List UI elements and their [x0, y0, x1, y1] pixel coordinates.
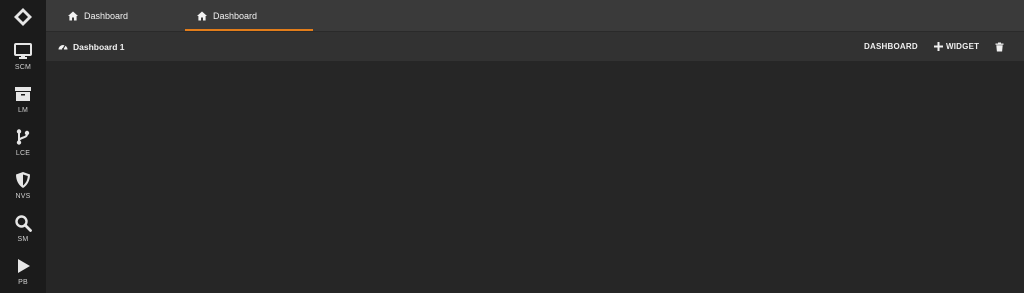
plus-icon: [934, 42, 943, 51]
sidebar-item-label: SCM: [14, 64, 32, 71]
sidebar-item-pb[interactable]: PB: [0, 251, 46, 291]
trash-icon: [995, 42, 1004, 51]
add-widget-label: WIDGET: [946, 42, 980, 51]
sidebar-item-label: SM: [17, 236, 29, 243]
dashboard-gauge-icon: [58, 44, 68, 50]
sidebar-item-scm[interactable]: SCM: [0, 36, 46, 76]
dashboard-canvas: [46, 61, 1024, 293]
archive-icon: [15, 87, 31, 101]
dashboard-title-text: Dashboard 1: [73, 41, 125, 52]
branch-icon: [16, 129, 30, 145]
tab-label: Dashboard: [213, 10, 258, 21]
sidebar-item-label: LCE: [15, 150, 31, 157]
sidebar-item-label: LM: [17, 107, 29, 114]
sidebar-item-lce[interactable]: LCE: [0, 122, 46, 162]
app-logo[interactable]: [0, 0, 46, 34]
search-icon: [15, 215, 32, 232]
sidebar: SCM LM LCE NVS SM PB: [0, 0, 46, 293]
sidebar-item-nvs[interactable]: NVS: [0, 165, 46, 205]
monitor-icon: [14, 43, 32, 59]
tab-label: Dashboard: [84, 10, 129, 21]
play-icon: [18, 259, 30, 273]
dashboard-toolbar: Dashboard 1 DASHBOARD WIDGET: [46, 31, 1024, 61]
sidebar-item-lm[interactable]: LM: [0, 79, 46, 119]
tab-dashboard-2[interactable]: Dashboard: [185, 0, 313, 31]
sidebar-item-sm[interactable]: SM: [0, 208, 46, 248]
logo-diamond-icon: [14, 8, 32, 26]
sidebar-item-label: PB: [18, 279, 28, 286]
delete-dashboard-button[interactable]: [995, 32, 1007, 61]
tab-dashboard-1[interactable]: Dashboard: [68, 0, 128, 31]
tab-bar: Dashboard Dashboard: [46, 0, 1024, 31]
home-icon: [197, 11, 207, 20]
dashboard-menu-label: DASHBOARD: [864, 42, 918, 51]
shield-icon: [16, 172, 30, 188]
dashboard-title: Dashboard 1: [58, 32, 125, 61]
add-widget-button[interactable]: WIDGET: [934, 32, 979, 61]
dashboard-menu-button[interactable]: DASHBOARD: [864, 32, 918, 61]
home-icon: [68, 11, 78, 20]
sidebar-item-label: NVS: [15, 193, 31, 200]
